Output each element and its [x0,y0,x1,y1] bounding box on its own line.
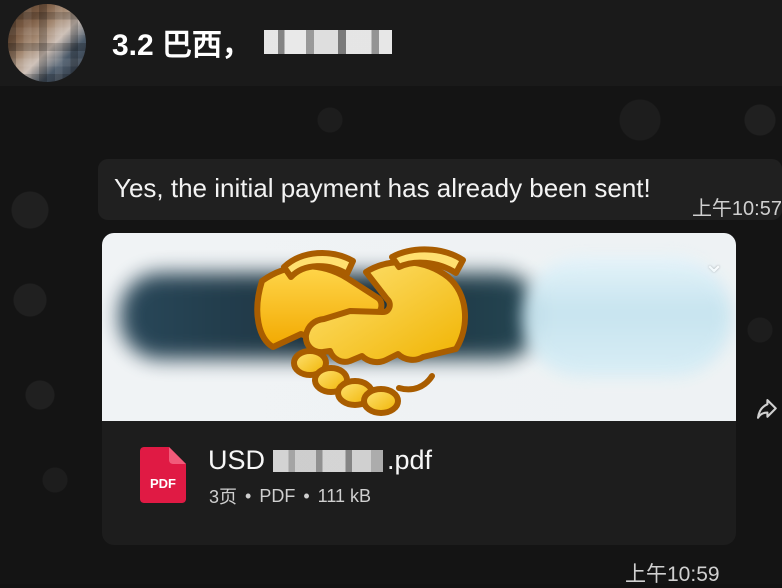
chat-header: 3.2 巴西， [0,0,782,86]
file-name-prefix: USD [208,445,266,475]
avatar[interactable] [8,4,86,82]
file-pages: 3页 [209,487,238,507]
message-text: Yes, the initial payment has already bee… [114,173,651,203]
redacted-title [264,30,393,54]
chevron-down-icon[interactable]: ⌄ [702,250,726,276]
meta-separator: • [303,485,310,506]
file-message-card[interactable]: ⌄ PDF USD .pdf 3页 • PDF • 111 kB [102,233,736,545]
forward-icon[interactable] [757,398,782,423]
meta-separator: • [245,485,252,506]
file-name-suffix: .pdf [387,445,433,475]
handshake-icon [254,246,468,416]
file-meta: 3页 • PDF • 111 kB [209,483,371,509]
file-type: PDF [259,485,296,506]
message-bubble[interactable]: Yes, the initial payment has already bee… [98,159,782,220]
chat-title-text: 3.2 巴西， [112,29,253,62]
chat-title[interactable]: 3.2 巴西， [112,20,393,64]
pdf-file-icon: PDF [140,447,186,503]
file-name[interactable]: USD .pdf [208,445,432,476]
message-time: 上午10:57 [691,198,782,220]
document-preview[interactable]: ⌄ [102,233,736,421]
file-info-row[interactable]: PDF USD .pdf 3页 • PDF • 111 kB [102,421,736,545]
file-size: 111 kB [317,485,372,506]
pdf-icon-label: PDF [150,476,176,491]
redacted-file-name [273,449,384,472]
